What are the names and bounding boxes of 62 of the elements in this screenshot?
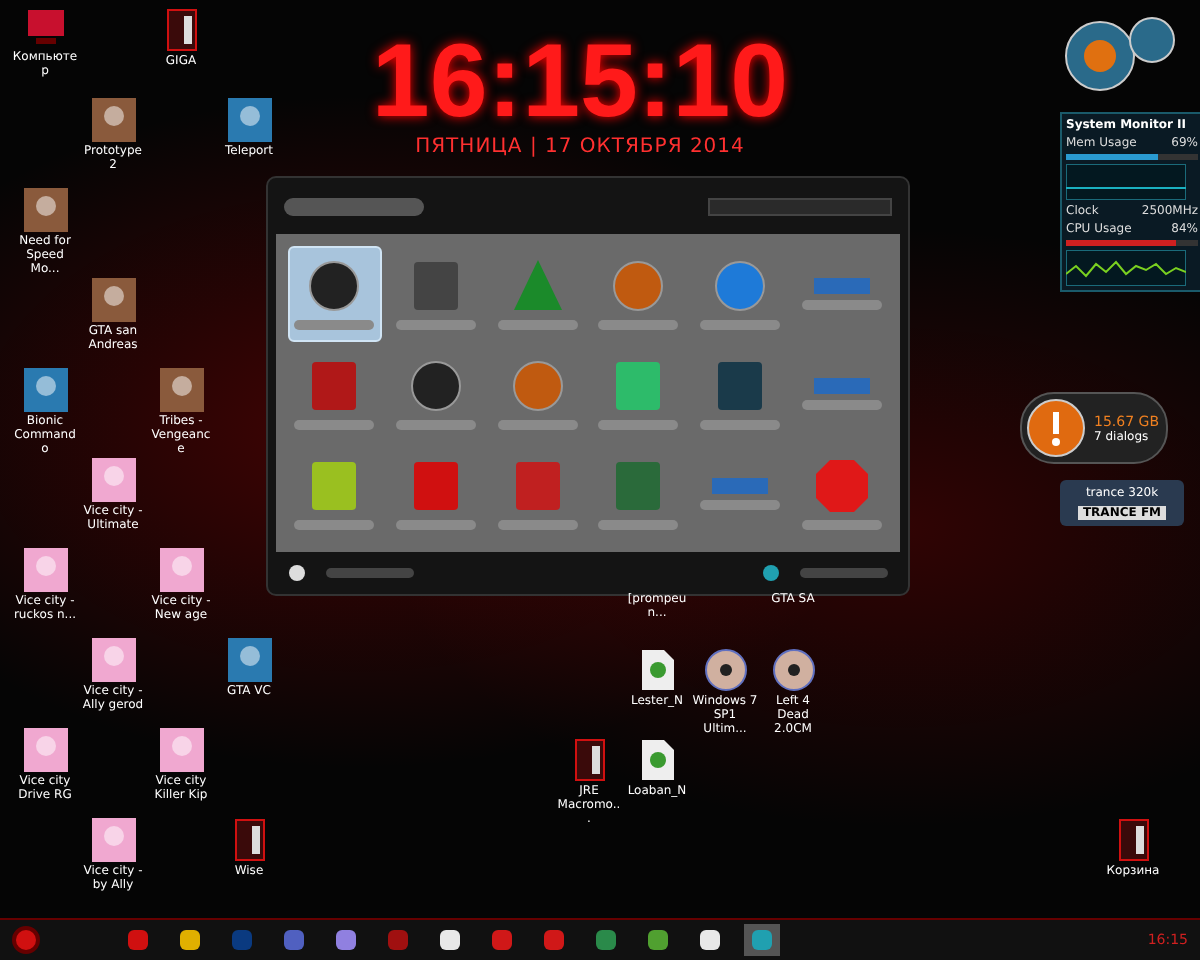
picture-icon[interactable] <box>23 188 67 232</box>
blurred-label <box>598 520 679 531</box>
globe-icon[interactable] <box>762 564 780 582</box>
memory-graph <box>1066 164 1186 200</box>
picture-icon[interactable] <box>159 368 203 412</box>
picture-icon[interactable] <box>91 98 135 142</box>
dark-folder-icon[interactable] <box>233 818 265 862</box>
picture-icon[interactable] <box>23 548 67 592</box>
blurred-label <box>801 520 882 531</box>
dark-folder-icon[interactable] <box>165 8 197 52</box>
gadget-icon <box>509 257 566 314</box>
gadget-icon <box>610 257 667 314</box>
blurred-label <box>598 420 679 431</box>
gadget-icon <box>306 257 363 314</box>
gadget-icon <box>711 257 768 314</box>
blurred-label <box>497 420 578 431</box>
gadget-icon <box>407 358 464 415</box>
blurred-label <box>294 420 375 431</box>
blurred-label <box>699 319 780 330</box>
blurred-label <box>294 319 375 330</box>
file-icon[interactable] <box>639 737 675 781</box>
clock-date: ПЯТНИЦА | 17 ОКТЯБРЯ 2014 <box>415 136 745 158</box>
gadget-icon <box>813 378 870 395</box>
app-icon[interactable] <box>23 368 67 412</box>
gauge-gadget-drawing <box>1064 12 1176 96</box>
dark-folder-icon[interactable] <box>573 737 605 781</box>
disc-icon[interactable] <box>771 647 815 691</box>
gadget-icon <box>509 358 566 415</box>
disc-icon[interactable] <box>703 647 747 691</box>
start-button[interactable] <box>12 926 40 954</box>
gadget-tile[interactable] <box>288 246 382 342</box>
search-field[interactable] <box>284 197 424 215</box>
cpu-graph <box>1066 250 1186 286</box>
warning-icon <box>1026 398 1086 458</box>
blurred-label <box>801 400 882 411</box>
computer-icon[interactable] <box>23 8 67 48</box>
file-icon[interactable] <box>639 647 675 691</box>
picture-icon[interactable] <box>91 458 135 502</box>
blurred-label <box>294 520 375 531</box>
picture-icon[interactable] <box>91 278 135 322</box>
clock-time: 16:15:10 <box>371 28 789 136</box>
app-icon[interactable] <box>227 98 271 142</box>
gadget-icon <box>813 277 870 294</box>
picture-icon[interactable] <box>159 728 203 772</box>
blurred-label <box>699 420 780 431</box>
picture-icon[interactable] <box>159 548 203 592</box>
blurred-label <box>497 319 578 330</box>
dark-folder-icon[interactable] <box>1117 818 1149 862</box>
gadget-icon <box>711 478 768 495</box>
blurred-label <box>395 319 476 330</box>
blurred-label <box>395 420 476 431</box>
blurred-label <box>598 319 679 330</box>
app-icon[interactable] <box>227 638 271 682</box>
picture-icon[interactable] <box>23 728 67 772</box>
blurred-label <box>395 520 476 531</box>
blurred-label <box>801 299 882 310</box>
blurred-label <box>497 520 578 531</box>
picture-icon[interactable] <box>91 638 135 682</box>
picture-icon[interactable] <box>91 818 135 862</box>
gadget-icon <box>813 458 870 515</box>
more-icon[interactable] <box>288 564 306 582</box>
blurred-label <box>699 500 780 511</box>
